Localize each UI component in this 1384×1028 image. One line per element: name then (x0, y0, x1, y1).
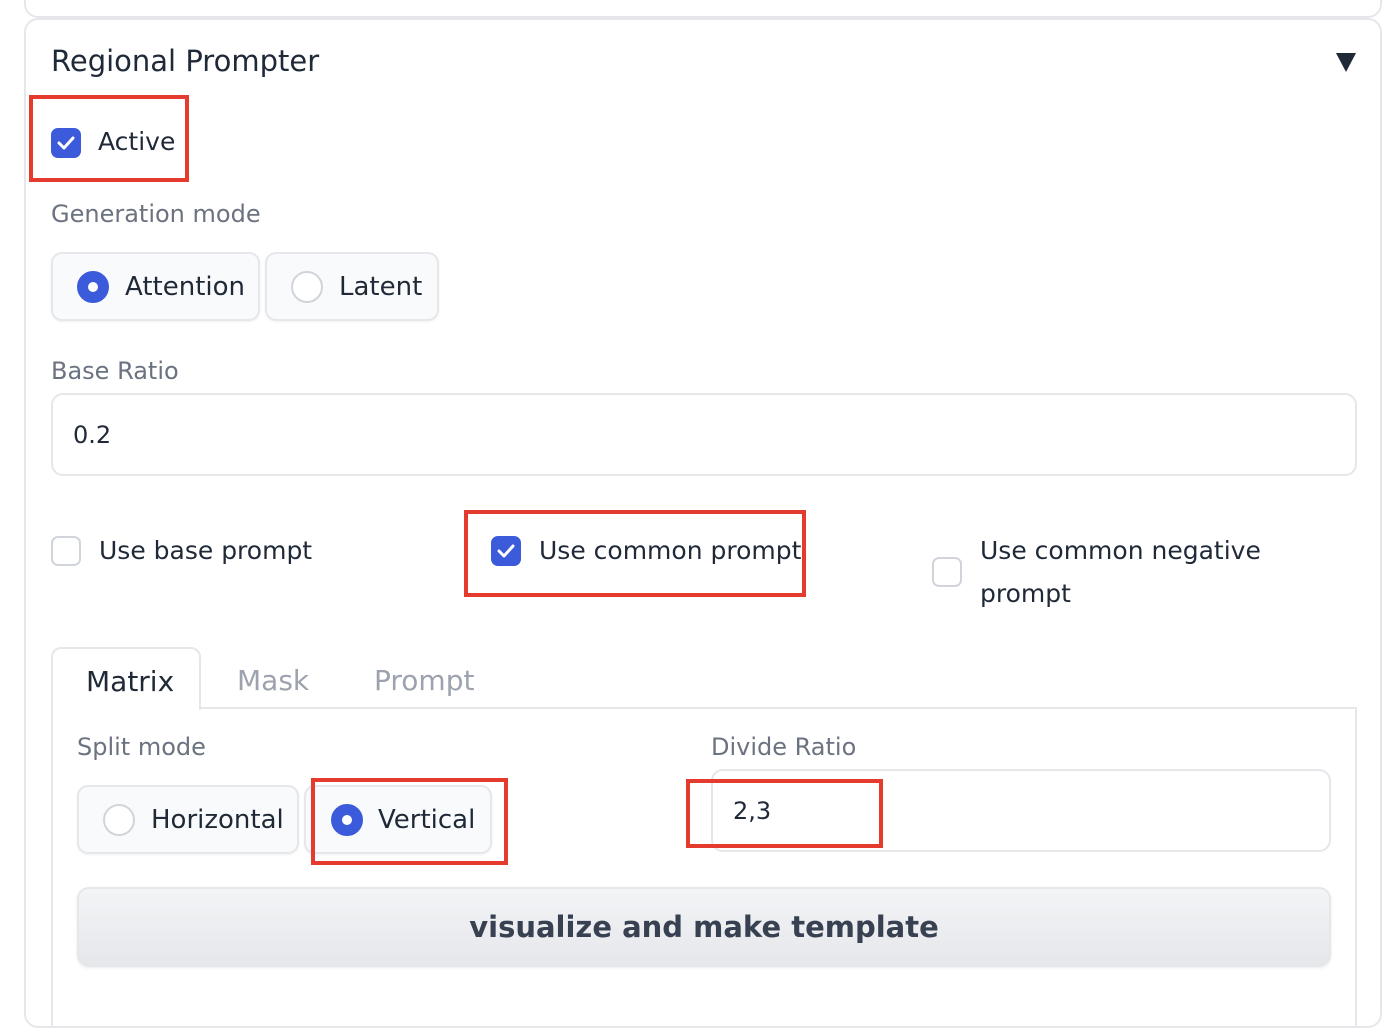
active-checkbox[interactable] (51, 128, 81, 158)
visualize-and-make-template-button[interactable]: visualize and make template (77, 887, 1331, 967)
checkmark-icon (57, 136, 75, 150)
collapse-triangle-icon[interactable] (1336, 52, 1356, 72)
generation-mode-label: Generation mode (51, 200, 261, 228)
checkmark-icon (497, 544, 515, 558)
attention-label: Attention (125, 272, 245, 302)
divide-ratio-label: Divide Ratio (711, 733, 857, 761)
tab-matrix[interactable]: Matrix (51, 647, 201, 710)
use-common-negative-prompt-checkbox[interactable] (932, 557, 962, 587)
radio-selected-icon (331, 804, 363, 836)
radio-selected-icon (77, 271, 109, 303)
generation-mode-attention-option[interactable]: Attention (51, 252, 260, 321)
tab-matrix-label: Matrix (86, 665, 175, 698)
vertical-label: Vertical (378, 805, 476, 835)
horizontal-label: Horizontal (151, 805, 284, 835)
use-base-prompt-label: Use base prompt (99, 536, 313, 565)
use-common-negative-prompt-label-line1: Use common negative (980, 536, 1261, 565)
divide-ratio-value: 2,3 (733, 797, 772, 825)
use-common-prompt-checkbox[interactable] (491, 536, 521, 566)
latent-label: Latent (339, 272, 423, 302)
matrix-tab-panel (51, 708, 1357, 1028)
base-ratio-label: Base Ratio (51, 357, 179, 385)
use-common-prompt-label: Use common prompt (539, 536, 802, 565)
split-mode-label: Split mode (77, 733, 206, 761)
split-mode-horizontal-option[interactable]: Horizontal (77, 785, 299, 854)
generation-mode-latent-option[interactable]: Latent (265, 252, 439, 321)
tab-mask[interactable]: Mask (237, 664, 309, 697)
use-base-prompt-checkbox[interactable] (51, 536, 81, 566)
previous-panel-edge (24, 0, 1382, 18)
tab-prompt[interactable]: Prompt (374, 664, 474, 697)
panel-title: Regional Prompter (51, 44, 320, 78)
divide-ratio-input[interactable]: 2,3 (711, 769, 1331, 852)
base-ratio-value: 0.2 (73, 421, 112, 449)
active-label: Active (98, 127, 176, 156)
use-common-negative-prompt-label-line2: prompt (980, 579, 1071, 608)
radio-unselected-icon (291, 271, 323, 303)
base-ratio-input[interactable]: 0.2 (51, 393, 1357, 476)
split-mode-vertical-option[interactable]: Vertical (304, 785, 492, 854)
radio-unselected-icon (103, 804, 135, 836)
